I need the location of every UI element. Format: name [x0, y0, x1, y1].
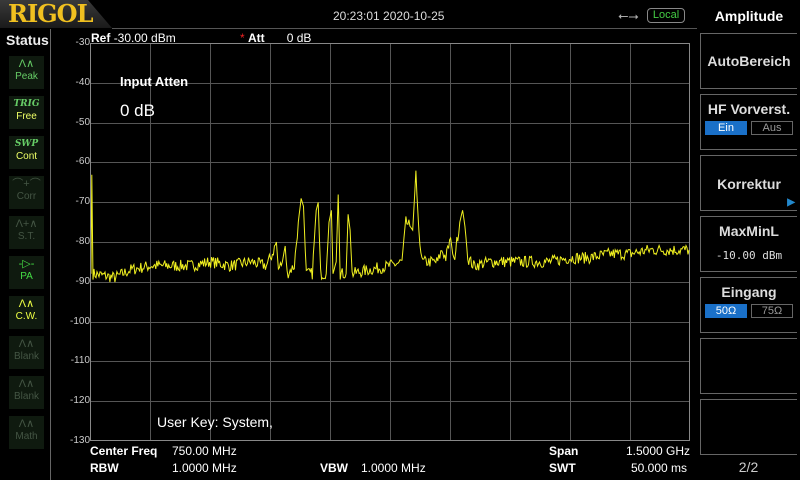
y-tick-label: -120 — [69, 395, 90, 407]
input-atten-title: Input Atten — [120, 74, 189, 89]
input-75-option[interactable]: 75Ω — [751, 304, 793, 318]
maxmin-value: -10.00 dBm — [715, 249, 783, 262]
status-icon: Λ∧ — [18, 298, 35, 310]
status-icon: ⌒+⌒ — [12, 178, 41, 190]
rbw-value[interactable]: 1.0000 MHz — [172, 461, 237, 475]
preamp-button[interactable]: HF Vorverst. Ein Aus — [700, 94, 797, 150]
status-icon: Λ∧ — [18, 58, 35, 70]
maxmin-label: MaxMinL — [719, 223, 779, 239]
center-freq-value[interactable]: 750.00 MHz — [172, 444, 237, 458]
status-icon: -▷- — [18, 258, 35, 270]
preamp-off-option[interactable]: Aus — [751, 121, 793, 135]
submenu-arrow-icon: ▶ — [787, 197, 795, 208]
status-label: PA — [20, 271, 33, 282]
status-label: Peak — [15, 71, 38, 82]
center-freq-label: Center Freq — [90, 444, 158, 458]
status-label: Blank — [13, 351, 39, 362]
status-pa-button[interactable]: -▷- PA — [9, 256, 44, 289]
status-icon: Λ∧ — [18, 378, 35, 390]
status-label: Blank — [13, 391, 39, 402]
empty-softkey[interactable] — [700, 338, 797, 394]
divider — [50, 29, 51, 480]
status-peak-button[interactable]: Λ∧ Peak — [9, 56, 44, 89]
input-atten-value: 0 dB — [120, 101, 155, 120]
y-tick-label: -80 — [75, 236, 90, 247]
span-value[interactable]: 1.5000 GHz — [626, 444, 690, 458]
y-tick-label: -130 — [69, 435, 90, 446]
status-blank-button[interactable]: Λ∧ Blank — [9, 336, 44, 369]
correction-button[interactable]: Korrektur ▶ — [700, 155, 797, 211]
y-tick-label: -100 — [69, 315, 90, 327]
empty-softkey[interactable] — [700, 399, 797, 455]
status-icon: Λ∧ — [18, 338, 35, 350]
y-tick-label: -60 — [75, 156, 90, 168]
input-50-option[interactable]: 50Ω — [705, 304, 747, 318]
status-label: Math — [15, 431, 38, 442]
y-tick-label: -110 — [70, 355, 90, 367]
y-tick-label: -40 — [75, 76, 90, 88]
datetime: 20:23:01 2020-10-25 — [333, 9, 445, 23]
status-icon: TRIG — [13, 99, 40, 109]
preamp-on-option[interactable]: Ein — [705, 121, 747, 135]
status-icon: SWP — [14, 139, 39, 149]
status-title: Status — [6, 32, 49, 48]
autorange-button[interactable]: AutoBereich — [700, 33, 797, 89]
usb-icon: ⭠⭢ — [618, 8, 639, 23]
y-tick-label: -70 — [75, 196, 90, 208]
y-tick-label: -90 — [75, 275, 90, 287]
status-icon: Λ+∧ — [15, 218, 38, 230]
divider — [112, 28, 697, 29]
status-st-button[interactable]: Λ+∧ S.T. — [9, 216, 44, 249]
status-free-button[interactable]: TRIG Free — [9, 96, 44, 129]
y-tick-label: -30 — [75, 37, 90, 48]
swt-value[interactable]: 50.000 ms — [631, 461, 687, 475]
preamp-label: HF Vorverst. — [707, 101, 791, 117]
spectrum-trace — [91, 170, 690, 283]
menu-title: Amplitude — [714, 8, 784, 24]
status-label: Corr — [16, 191, 37, 202]
status-label: S.T. — [17, 231, 36, 242]
status-blank-button[interactable]: Λ∧ Blank — [9, 376, 44, 409]
swt-label: SWT — [549, 461, 576, 475]
menu-page-indicator: 2/2 — [738, 459, 759, 475]
local-badge[interactable]: Local — [647, 8, 685, 23]
rbw-label: RBW — [90, 461, 119, 475]
span-label: Span — [549, 444, 579, 458]
status-corr-button[interactable]: ⌒+⌒ Corr — [9, 176, 44, 209]
spectrum-trace-svg — [91, 170, 690, 283]
vbw-value[interactable]: 1.0000 MHz — [361, 461, 426, 475]
rigol-logo: RIGOL — [0, 0, 112, 28]
status-label: Free — [16, 111, 37, 122]
brand-text: RIGOL — [8, 0, 93, 28]
autorange-label: AutoBereich — [707, 53, 791, 69]
spectrum-plot[interactable] — [90, 43, 690, 441]
input-label: Eingang — [721, 284, 777, 300]
vbw-label: VBW — [320, 461, 348, 475]
maxmin-button[interactable]: MaxMinL -10.00 dBm — [700, 216, 797, 272]
status-cw-button[interactable]: Λ∧ C.W. — [9, 296, 44, 329]
y-tick-label: -50 — [75, 116, 90, 128]
status-math-button[interactable]: Λ∧ Math — [9, 416, 44, 449]
status-label: C.W. — [15, 311, 38, 322]
input-impedance-button[interactable]: Eingang 50Ω 75Ω — [700, 277, 797, 333]
user-key-text: User Key: System, — [157, 414, 273, 430]
status-icon: Λ∧ — [18, 418, 35, 430]
correction-label: Korrektur — [717, 176, 781, 192]
status-label: Cont — [15, 151, 38, 162]
status-cont-button[interactable]: SWP Cont — [9, 136, 44, 169]
